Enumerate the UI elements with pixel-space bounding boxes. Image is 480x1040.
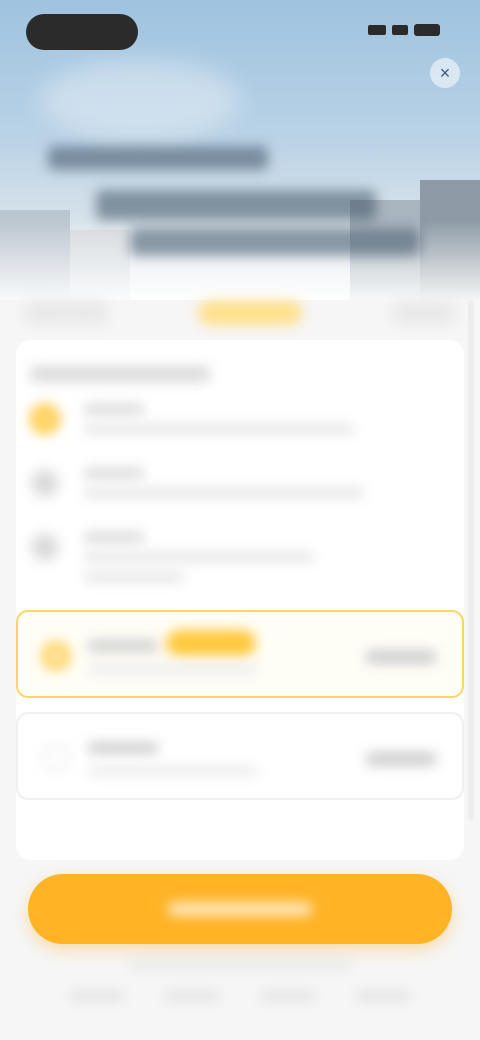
feature-item: ● [28, 528, 448, 582]
plan-price [366, 752, 436, 766]
hero-title-bar [96, 190, 376, 220]
feature-title [84, 404, 144, 414]
hero-sky-glow [40, 60, 240, 140]
feature-description [84, 424, 354, 434]
hero-banner: × [0, 0, 480, 300]
status-bar-time-pill [26, 14, 138, 50]
tab-2-selected[interactable] [198, 301, 302, 325]
close-button[interactable]: × [430, 58, 460, 88]
feature-description [84, 572, 184, 582]
circle-icon: ● [30, 468, 60, 498]
plan-option[interactable] [16, 712, 464, 800]
scrollbar[interactable] [468, 300, 474, 820]
footer-link[interactable] [355, 992, 410, 1000]
feature-description [84, 552, 314, 562]
plan-name [88, 640, 158, 652]
footer-link[interactable] [260, 992, 315, 1000]
subscribe-button[interactable] [28, 874, 452, 944]
footer-links [70, 992, 410, 1006]
tab-3[interactable] [392, 301, 456, 325]
tab-1[interactable] [24, 301, 108, 325]
disclaimer-text [130, 960, 350, 968]
radio-selected-icon [42, 642, 70, 670]
feature-title [84, 468, 144, 478]
hero-title-line-1 [48, 146, 268, 170]
plan-option-selected[interactable] [16, 610, 464, 698]
hero-title-bar [48, 146, 268, 170]
star-icon: ★ [30, 404, 60, 434]
signal-icon [368, 25, 386, 35]
hero-title-line-2 [96, 190, 376, 220]
battery-icon [414, 24, 440, 36]
plan-subtitle [88, 664, 258, 674]
feature-item: ● [28, 464, 448, 514]
hero-title-bar [130, 228, 420, 256]
status-bar-icons [368, 24, 440, 36]
wifi-icon [392, 25, 408, 35]
circle-icon: ● [30, 532, 60, 562]
radio-unselected-icon [42, 744, 70, 772]
subscribe-button-label [168, 902, 312, 916]
plan-badge [166, 630, 256, 656]
feature-item: ★ [28, 400, 448, 450]
footer-link[interactable] [165, 992, 220, 1000]
close-icon: × [439, 63, 451, 83]
plan-tabs [24, 290, 456, 336]
plan-price [366, 650, 436, 664]
plan-name [88, 742, 158, 754]
hero-title-line-3 [130, 228, 420, 256]
plan-subtitle [88, 766, 258, 776]
footer-link[interactable] [70, 992, 124, 1000]
section-title [30, 366, 210, 382]
feature-description [84, 488, 364, 498]
feature-title [84, 532, 144, 542]
